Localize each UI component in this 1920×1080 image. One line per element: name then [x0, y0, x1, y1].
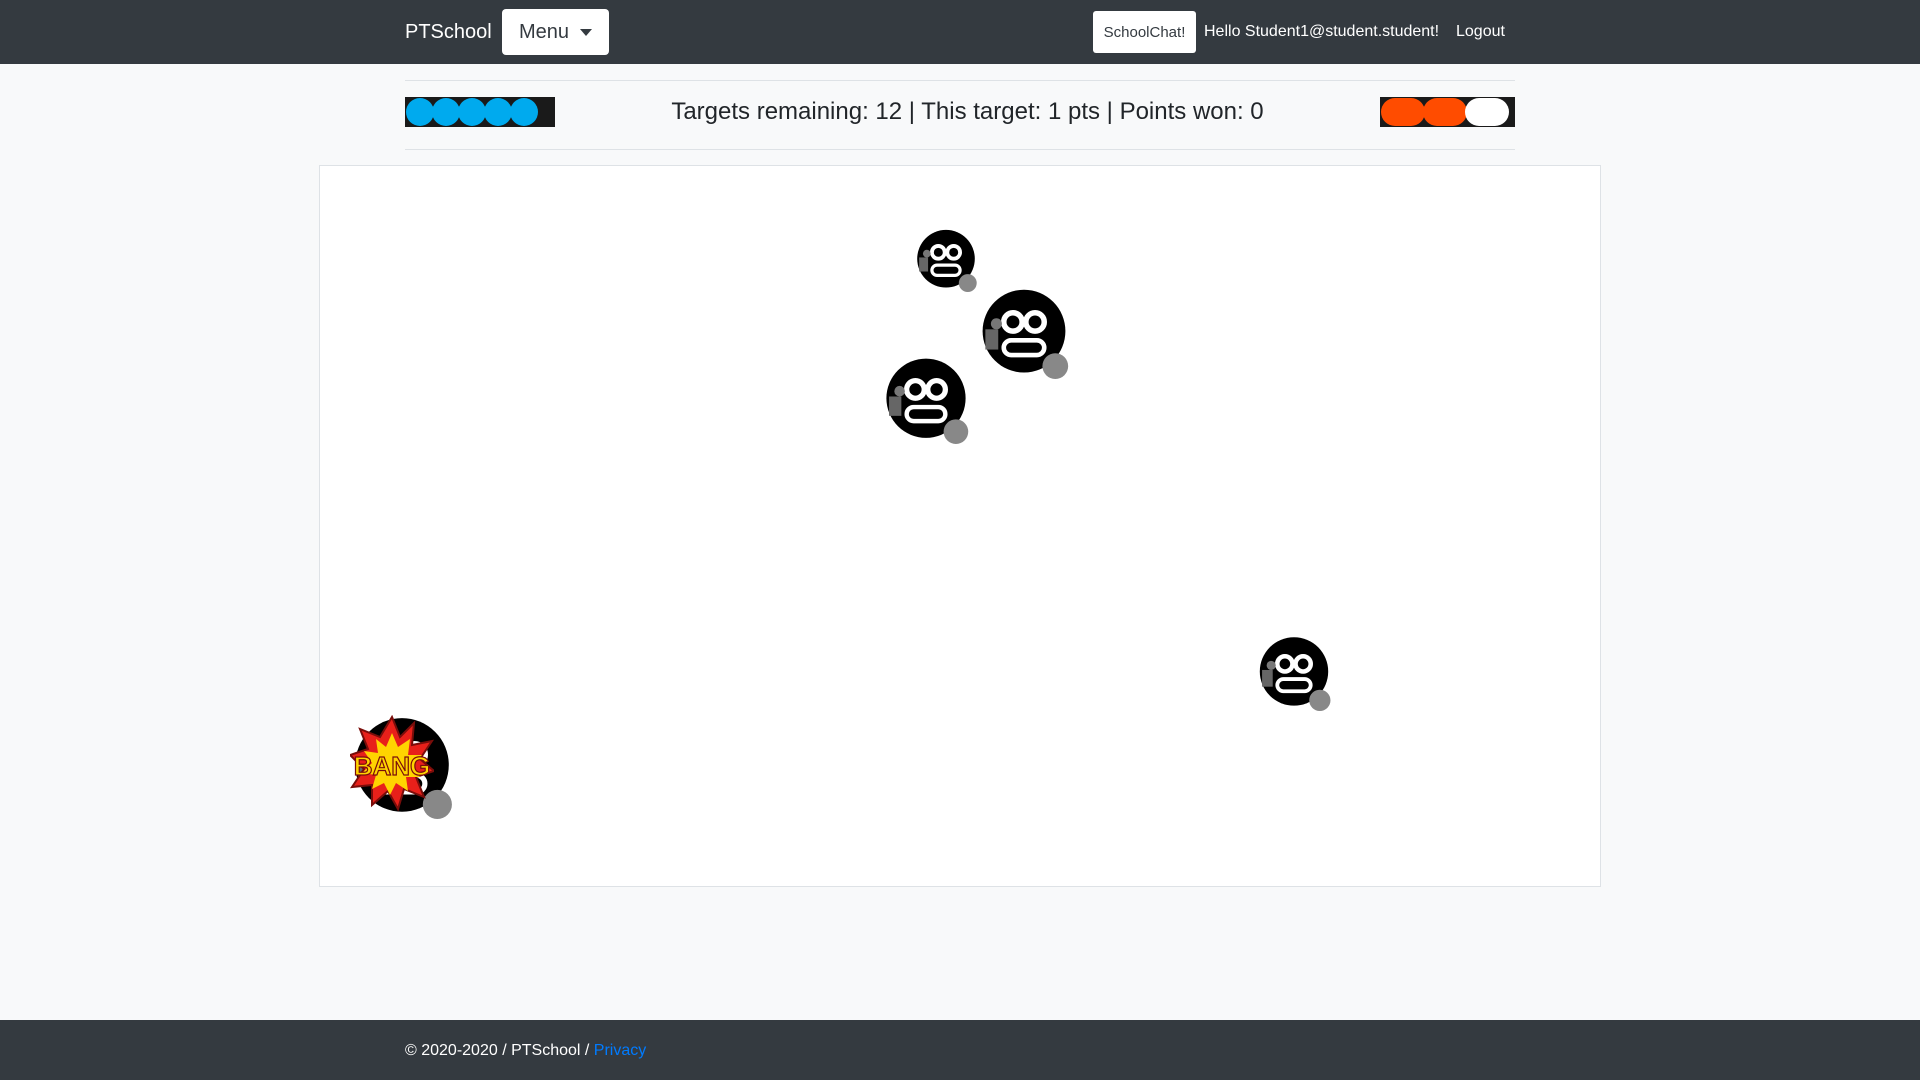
shots-indicator: [405, 97, 555, 127]
target-hit[interactable]: BANG: [350, 715, 454, 824]
navbar: PTSchool Menu SchoolChat! Hello Student1…: [0, 0, 1920, 64]
target-face[interactable]: [882, 356, 970, 449]
shot-dot: [406, 98, 434, 126]
life-dot: [1465, 98, 1509, 126]
grimace-face-icon: [886, 358, 969, 444]
caret-down-icon: [580, 29, 592, 36]
lives-indicator: [1380, 97, 1515, 127]
game-area[interactable]: BANG: [319, 165, 1601, 887]
life-dot: [1423, 98, 1467, 126]
brand-link[interactable]: PTSchool: [405, 20, 492, 44]
copyright: © 2020-2020 / PTSchool /: [405, 1042, 594, 1059]
shot-dot: [510, 98, 538, 126]
user-greeting[interactable]: Hello Student1@student.student!: [1204, 22, 1439, 42]
target-face[interactable]: [914, 228, 978, 297]
footer: © 2020-2020 / PTSchool / Privacy: [0, 1020, 1920, 1080]
footer-text: © 2020-2020 / PTSchool / Privacy: [405, 1041, 646, 1061]
privacy-link[interactable]: Privacy: [594, 1042, 646, 1059]
logout-link[interactable]: Logout: [1456, 22, 1505, 42]
bang-text: BANG: [354, 751, 431, 781]
target-face[interactable]: [978, 287, 1070, 384]
menu-label: Menu: [519, 21, 570, 43]
schoolchat-button[interactable]: SchoolChat!: [1093, 11, 1196, 53]
shot-dot: [458, 98, 486, 126]
menu-dropdown-button[interactable]: Menu: [502, 9, 609, 55]
target-face[interactable]: [1256, 635, 1332, 716]
divider-top: [405, 80, 1515, 81]
grimace-face-icon: [917, 229, 977, 292]
shot-dot: [432, 98, 460, 126]
divider-bottom: [405, 149, 1515, 150]
grimace-face-icon: [982, 289, 1069, 379]
grimace-face-icon: [1259, 637, 1331, 711]
game-status: Targets remaining: 12 | This target: 1 p…: [671, 98, 1264, 125]
bang-burst-icon: BANG: [350, 715, 434, 811]
shot-dot: [484, 98, 512, 126]
life-dot: [1381, 98, 1425, 126]
